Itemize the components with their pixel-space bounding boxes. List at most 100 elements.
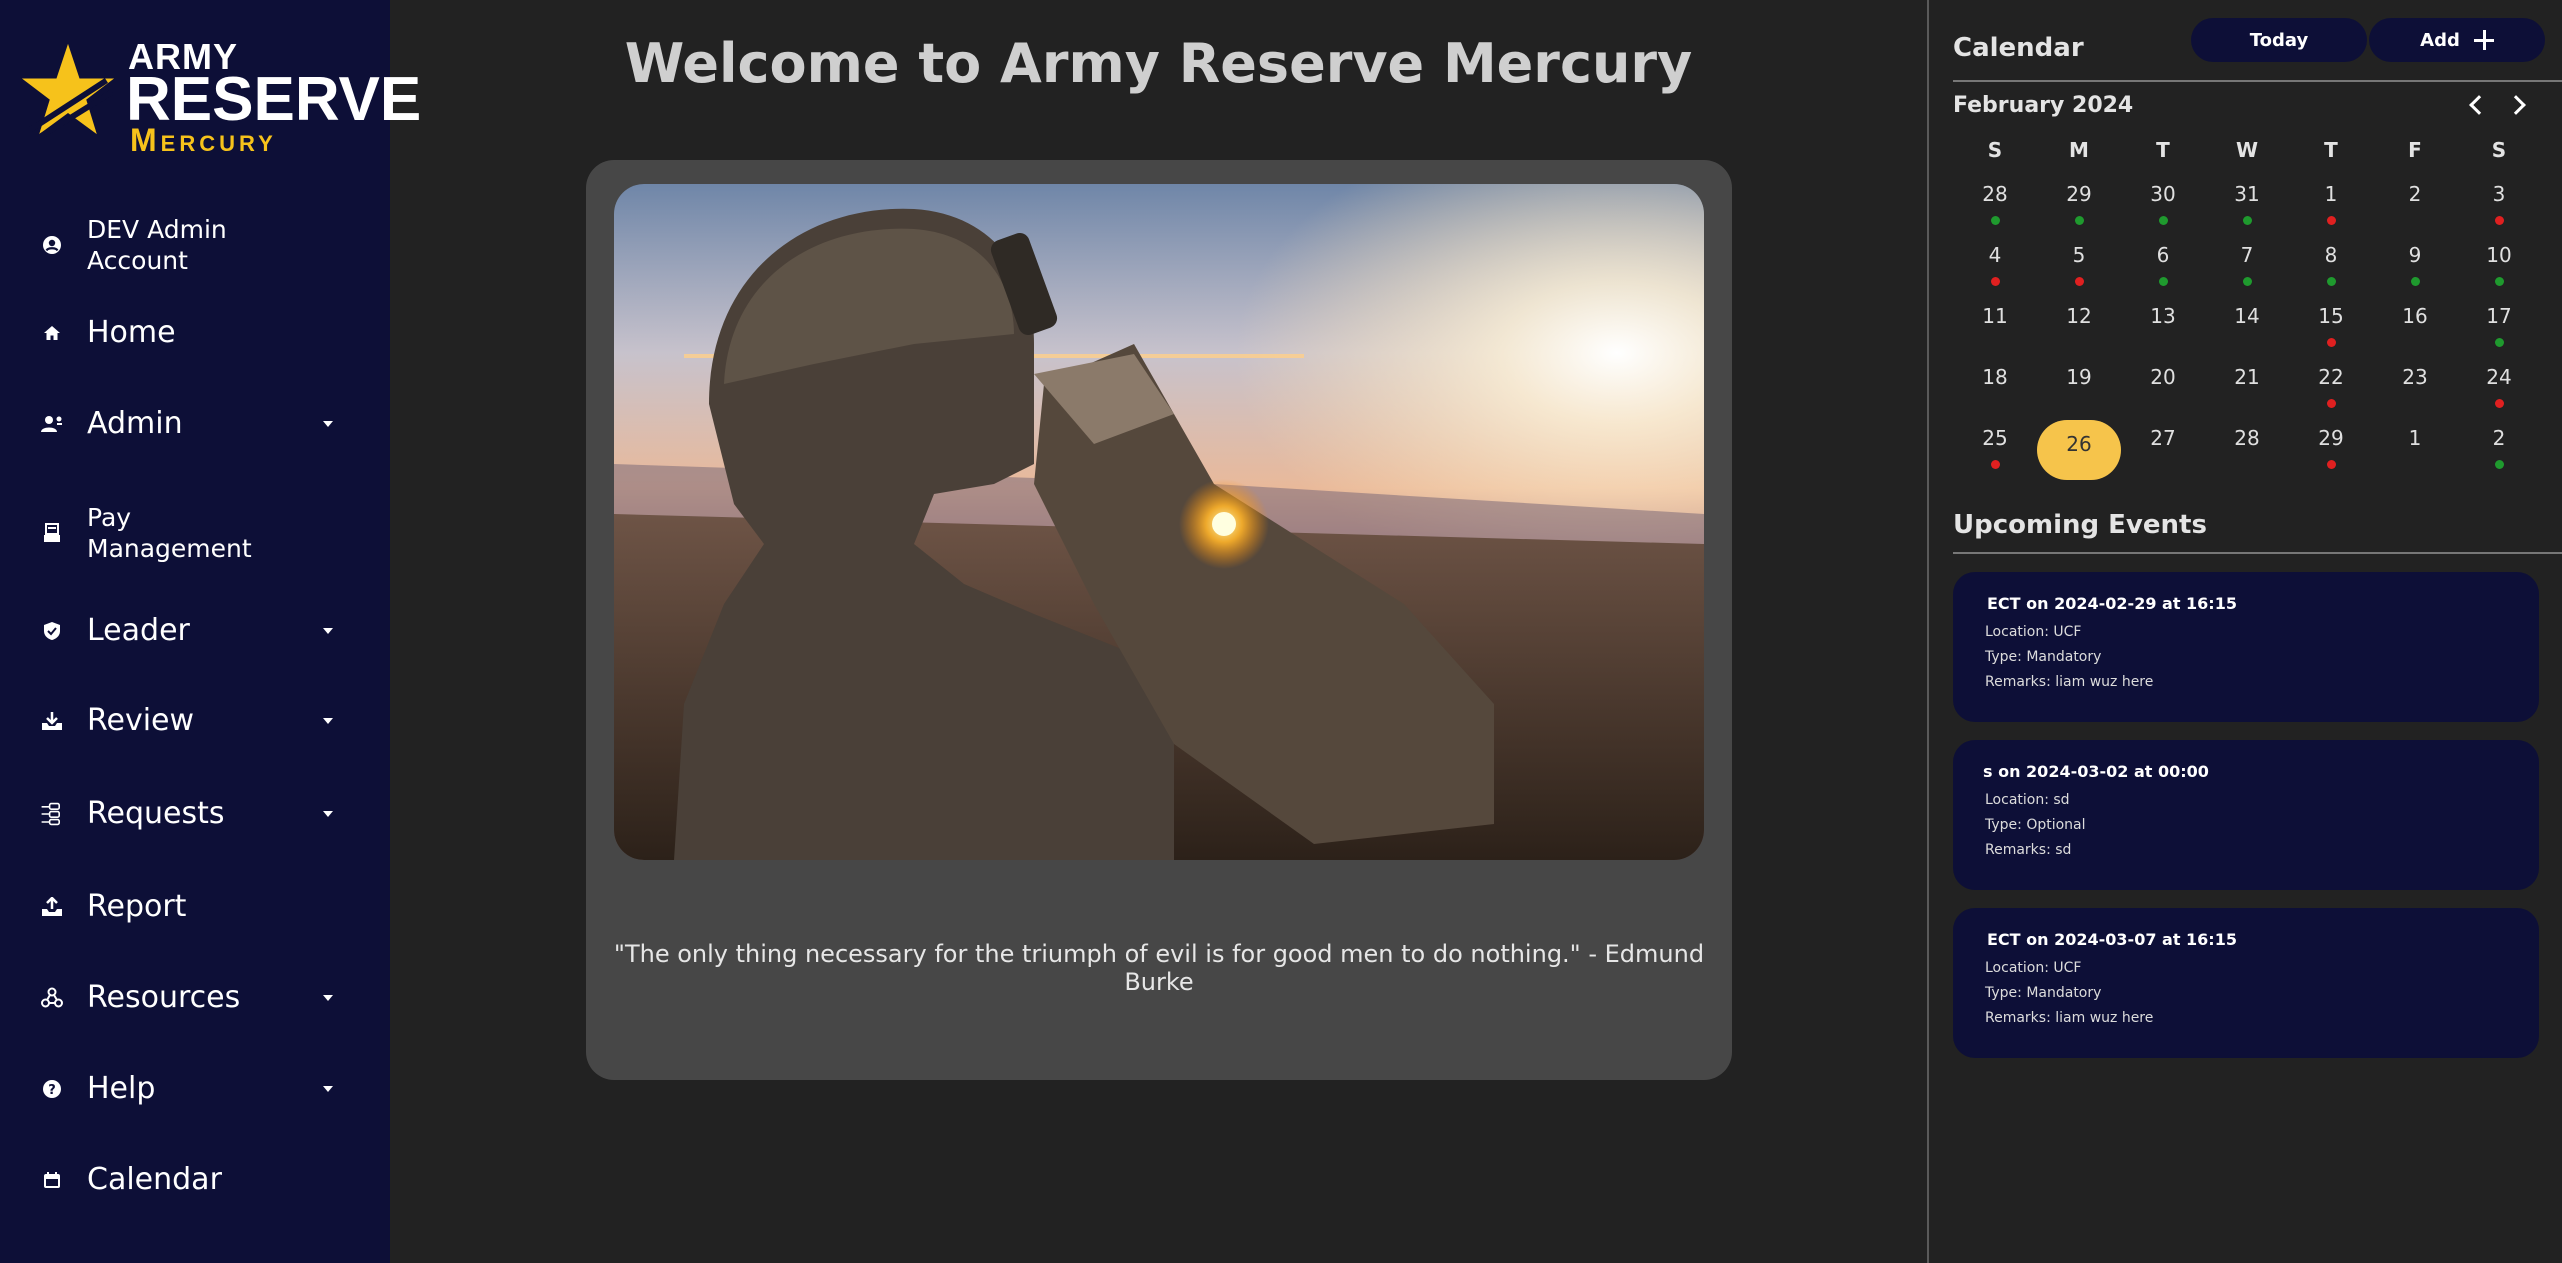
- calendar-day[interactable]: 29: [2289, 420, 2373, 480]
- sidebar-item-admin[interactable]: Admin: [0, 389, 390, 459]
- calendar-day[interactable]: 6: [2121, 237, 2205, 297]
- calendar-day-number: 18: [1982, 365, 2008, 389]
- calendar-day-number: 25: [1982, 426, 2008, 450]
- sidebar-item-requests[interactable]: Requests: [0, 779, 390, 849]
- calendar-day[interactable]: 25: [1953, 420, 2037, 480]
- sidebar-item-label: Home: [87, 315, 176, 350]
- upload-tray-icon: [40, 895, 64, 919]
- calendar-day-number: 9: [2408, 243, 2422, 267]
- calendar-day-number: 6: [2156, 243, 2170, 267]
- sidebar-item-account[interactable]: DEV Admin Account: [0, 210, 390, 280]
- calendar-day[interactable]: 2: [2457, 420, 2541, 480]
- event-title: ECT on 2024-03-07 at 16:15: [1987, 930, 2237, 949]
- weekday-header: S: [2491, 138, 2507, 162]
- calendar-day[interactable]: 10: [2457, 237, 2541, 297]
- calendar-day[interactable]: 21: [2205, 359, 2289, 419]
- sidebar-item-pay-management[interactable]: Pay Management: [0, 488, 390, 578]
- event-type: Type: Mandatory: [1985, 985, 2102, 1001]
- calendar-day[interactable]: 24: [2457, 359, 2541, 419]
- svg-text:?: ?: [48, 1083, 56, 1098]
- calendar-day[interactable]: 29: [2037, 176, 2121, 236]
- add-event-button[interactable]: Add: [2369, 18, 2545, 62]
- event-type: Type: Optional: [1985, 817, 2086, 833]
- admin-users-icon: [40, 412, 64, 436]
- calendar-day-number: 12: [2066, 304, 2092, 328]
- calendar-day[interactable]: 16: [2373, 298, 2457, 358]
- calendar-day[interactable]: 11: [1953, 298, 2037, 358]
- calendar-day[interactable]: 2: [2373, 176, 2457, 236]
- calendar-day-number: 2: [2492, 426, 2506, 450]
- weekday-header: F: [2408, 138, 2422, 162]
- calendar-day[interactable]: 28: [2205, 420, 2289, 480]
- sidebar-item-label: DEV Admin Account: [87, 215, 227, 275]
- event-card[interactable]: ECT on 2024-02-29 at 16:15 Location: UCF…: [1953, 572, 2539, 722]
- event-remarks: Remarks: liam wuz here: [1985, 674, 2154, 690]
- calendar-day[interactable]: 8: [2289, 237, 2373, 297]
- previous-month-icon[interactable]: [2469, 95, 2489, 115]
- next-month-icon[interactable]: [2506, 95, 2526, 115]
- calendar-day[interactable]: 13: [2121, 298, 2205, 358]
- calendar-day-number: 30: [2150, 182, 2176, 206]
- calendar-day[interactable]: 18: [1953, 359, 2037, 419]
- calendar-title: Calendar: [1953, 33, 2084, 63]
- calendar-day[interactable]: 12: [2037, 298, 2121, 358]
- calendar-day[interactable]: 19: [2037, 359, 2121, 419]
- calendar-day-number: 28: [2234, 426, 2260, 450]
- weekday-header: M: [2069, 138, 2089, 162]
- calendar-day-number: 16: [2402, 304, 2428, 328]
- calendar-day[interactable]: 4: [1953, 237, 2037, 297]
- calendar-day[interactable]: 30: [2121, 176, 2205, 236]
- calendar-day[interactable]: 14: [2205, 298, 2289, 358]
- calendar-day-number: 20: [2150, 365, 2176, 389]
- calendar-day[interactable]: 1: [2289, 176, 2373, 236]
- sidebar-item-review[interactable]: Review: [0, 686, 390, 756]
- event-indicator-dot: [2495, 460, 2504, 469]
- calendar-day[interactable]: 5: [2037, 237, 2121, 297]
- today-button[interactable]: Today: [2191, 18, 2367, 62]
- calendar-day-number: 27: [2150, 426, 2176, 450]
- sidebar-item-home[interactable]: Home: [0, 298, 390, 368]
- chevron-down-icon: [323, 718, 333, 724]
- event-type: Type: Mandatory: [1985, 649, 2102, 665]
- plus-icon: [2473, 30, 2494, 50]
- weekday-header: T: [2156, 138, 2170, 162]
- sidebar-item-report[interactable]: Report: [0, 872, 390, 942]
- event-card[interactable]: s on 2024-03-02 at 00:00 Location: sd Ty…: [1953, 740, 2539, 890]
- calendar-day[interactable]: 1: [2373, 420, 2457, 480]
- calendar-day[interactable]: 27: [2121, 420, 2205, 480]
- sidebar-item-help[interactable]: ? Help: [0, 1054, 390, 1124]
- resources-icon: [40, 986, 64, 1010]
- chevron-down-icon: [323, 995, 333, 1001]
- calendar-day[interactable]: 15: [2289, 298, 2373, 358]
- event-card[interactable]: ECT on 2024-03-07 at 16:15 Location: UCF…: [1953, 908, 2539, 1058]
- calendar-day[interactable]: 22: [2289, 359, 2373, 419]
- calendar-day-number: 11: [1982, 304, 2008, 328]
- sidebar-item-label: Requests: [87, 796, 225, 831]
- calendar-day-today[interactable]: 26: [2037, 420, 2121, 480]
- calendar-day[interactable]: 28: [1953, 176, 2037, 236]
- calendar-day[interactable]: 7: [2205, 237, 2289, 297]
- calendar-day[interactable]: 20: [2121, 359, 2205, 419]
- upcoming-events-title: Upcoming Events: [1953, 510, 2207, 540]
- calendar-day-number: 19: [2066, 365, 2092, 389]
- sidebar-item-leader[interactable]: Leader: [0, 596, 390, 666]
- calendar-day[interactable]: 17: [2457, 298, 2541, 358]
- calendar-day[interactable]: 9: [2373, 237, 2457, 297]
- calendar-day-number: 31: [2234, 182, 2260, 206]
- calendar-day[interactable]: 3: [2457, 176, 2541, 236]
- weekday-header: W: [2235, 138, 2259, 162]
- calendar-day[interactable]: 31: [2205, 176, 2289, 236]
- app-logo[interactable]: ARMY RESERVE Mercury: [20, 36, 421, 166]
- calendar-day-number: 14: [2234, 304, 2260, 328]
- inspirational-quote: "The only thing necessary for the triump…: [613, 940, 1705, 996]
- calendar-day-number: 15: [2318, 304, 2344, 328]
- calendar-day[interactable]: 23: [2373, 359, 2457, 419]
- sidebar-item-label: Review: [87, 703, 195, 738]
- event-indicator-dot: [2495, 338, 2504, 347]
- calendar-day-number: 29: [2066, 182, 2092, 206]
- sidebar-item-resources[interactable]: Resources: [0, 963, 390, 1033]
- help-icon: ?: [40, 1077, 64, 1101]
- sidebar-item-calendar[interactable]: Calendar: [0, 1145, 390, 1215]
- calendar-day-number: 3: [2492, 182, 2506, 206]
- calendar-day-number: 8: [2324, 243, 2338, 267]
